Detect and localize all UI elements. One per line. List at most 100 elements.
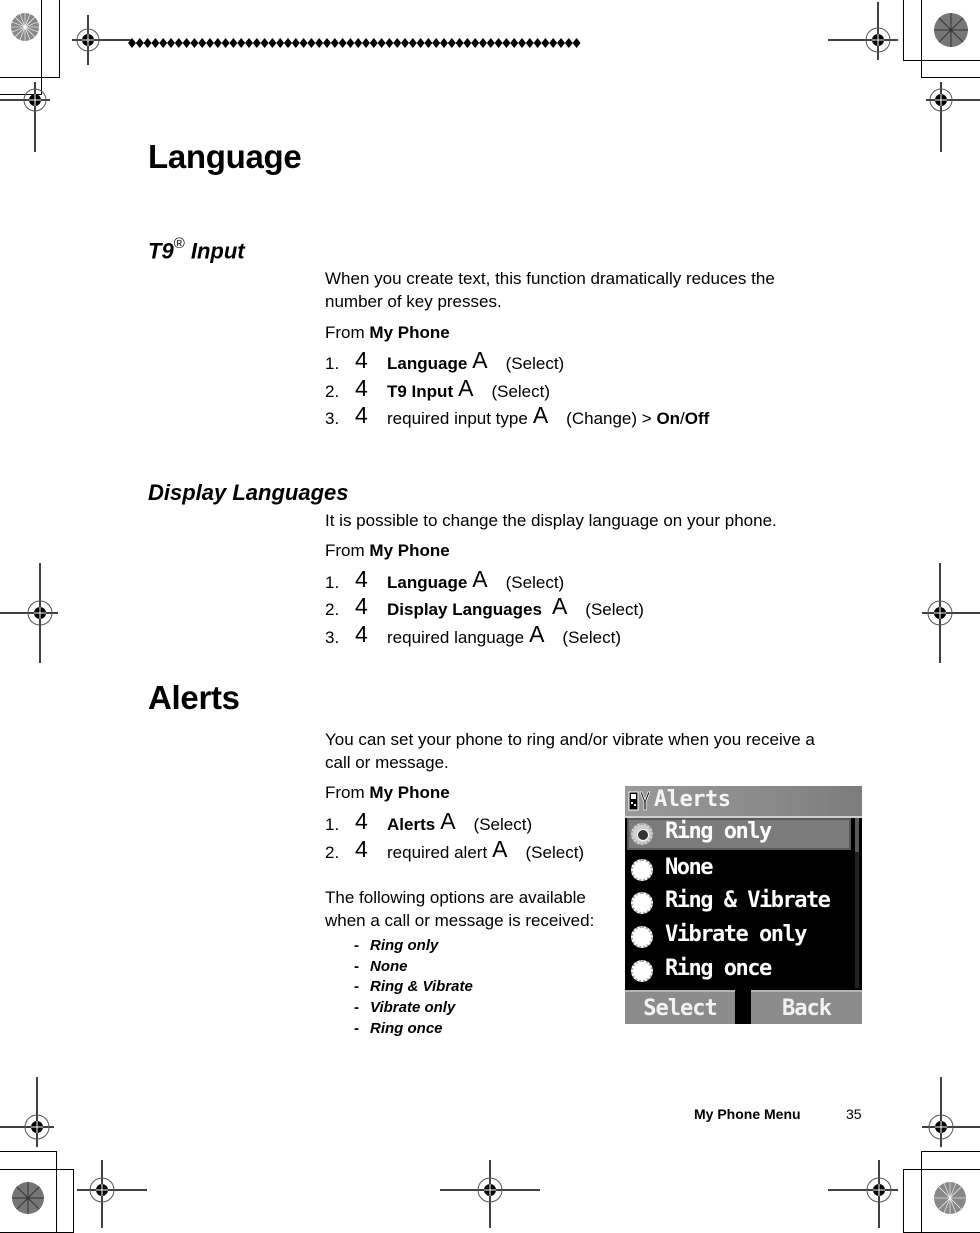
diamond-ornament [432, 38, 441, 48]
nav-key-icon: 4 [355, 402, 368, 428]
diamond-ornament [393, 38, 402, 48]
nav-key-icon: 4 [355, 621, 368, 647]
step-target: T9 Input [387, 382, 454, 401]
phone-menu-item-label: None [665, 855, 713, 880]
from-menu-name: My Phone [369, 541, 450, 560]
phone-menu-item[interactable]: Ring & Vibrate [627, 887, 851, 919]
phone-menu-item[interactable]: None [627, 854, 851, 886]
step-target: Language [387, 573, 468, 592]
page-number: 35 [846, 1106, 862, 1122]
phone-scrollbar-thumb[interactable] [855, 818, 859, 852]
step-action: (Select) [491, 382, 551, 401]
phone-scrollbar[interactable] [855, 818, 859, 988]
diamond-ornament [463, 38, 472, 48]
option-on: On [656, 409, 681, 428]
select-key-icon: A [458, 375, 474, 401]
nav-key-icon: 4 [355, 375, 368, 401]
from-menu-name: My Phone [369, 323, 450, 342]
phone-menu-item-label: Vibrate only [665, 922, 807, 947]
option-label: Ring once [370, 1019, 443, 1037]
header-decorative-rule [128, 38, 581, 48]
display-step-2: 2. 4 Display Languages A (Select) [325, 593, 644, 622]
diamond-ornament [182, 38, 191, 48]
select-key-icon: A [529, 621, 545, 647]
select-key-icon: A [492, 836, 508, 862]
diamond-ornament [206, 38, 214, 48]
registration-mark-icon [440, 1160, 540, 1228]
diamond-ornament [440, 38, 448, 48]
diamond-ornament [479, 38, 487, 48]
diamond-ornament [455, 38, 464, 48]
display-description: It is possible to change the display lan… [325, 511, 777, 530]
list-item: - None [354, 957, 473, 978]
from-menu-name: My Phone [369, 783, 450, 802]
diamond-ornament [369, 38, 378, 48]
subsection-title-t9-input: T9® Input [148, 235, 245, 264]
diamond-ornament [291, 38, 300, 48]
diamond-ornament [268, 38, 277, 48]
option-label: None [370, 957, 408, 975]
phone-menu-item-label: Ring once [665, 956, 772, 981]
list-dash: - [354, 957, 359, 975]
list-item: - Ring once [354, 1019, 473, 1040]
phone-menu-item[interactable]: Vibrate only [627, 921, 851, 953]
step-number: 2. [325, 382, 340, 401]
t9-description-line: When you create text, this function dram… [325, 269, 775, 288]
step-action: (Select) [562, 628, 621, 647]
registration-mark-icon [922, 1077, 980, 1147]
diamond-ornament [213, 38, 222, 48]
diamond-ornament [346, 38, 355, 48]
diamond-ornament [533, 38, 542, 48]
t9-step-1: 1. 4 Language A (Select) [325, 347, 565, 376]
diamond-ornament [330, 38, 339, 48]
diamond-ornament [323, 38, 331, 48]
t9-description-line: number of key presses. [325, 292, 502, 311]
diamond-ornament [408, 38, 417, 48]
list-dash: - [354, 999, 359, 1017]
step-target: Display Languages [387, 600, 542, 619]
select-key-icon: A [472, 566, 488, 592]
alerts-description-line: call or message. [325, 753, 449, 772]
diamond-ornament [541, 38, 550, 48]
nav-key-icon: 4 [355, 347, 368, 373]
radio-selected-icon [631, 823, 653, 845]
step-target: required language [387, 628, 525, 647]
from-prefix: From [325, 541, 365, 560]
step-action: (Select) [585, 600, 644, 619]
diamond-ornament [354, 38, 363, 48]
section-title-alerts: Alerts [148, 679, 240, 716]
registration-mark-icon [77, 1160, 147, 1228]
alerts-from-line: From My Phone [325, 783, 450, 803]
diamond-ornament [260, 38, 269, 48]
diamond-ornament [174, 38, 183, 48]
alerts-description-line: You can set your phone to ring and/or vi… [325, 730, 815, 749]
diamond-ornament [518, 38, 526, 48]
softkey-back-button[interactable]: Back [751, 990, 862, 1024]
step-action: (Select) [525, 843, 585, 862]
step-action: (Select) [505, 354, 565, 373]
phone-menu-item[interactable]: Ring only [627, 818, 851, 850]
step-number: 1. [325, 573, 340, 592]
step-target: Alerts [387, 815, 436, 834]
diamond-ornament [143, 38, 152, 48]
step-target: Language [387, 354, 468, 373]
softkey-select-button[interactable]: Select [625, 990, 735, 1024]
alerts-options-intro: The following options are available when… [325, 886, 594, 932]
phone-title: Alerts [654, 787, 731, 812]
list-item: - Vibrate only [354, 998, 473, 1019]
diamond-ornament [167, 38, 175, 48]
phone-menu-item[interactable]: Ring once [627, 955, 851, 987]
color-wheel-icon [11, 13, 39, 41]
step-number: 3. [325, 409, 340, 428]
diamond-ornament [572, 38, 581, 48]
step-number: 1. [325, 354, 340, 373]
options-intro-line: The following options are available [325, 888, 586, 907]
registration-mark-icon [72, 15, 132, 65]
diamond-ornament [128, 38, 136, 48]
step-action: (Change) > [566, 409, 652, 428]
registration-mark-icon [828, 1160, 898, 1228]
select-key-icon: A [472, 347, 488, 373]
color-wheel-icon [934, 13, 968, 47]
step-target: required alert [387, 843, 488, 862]
diamond-ornament [494, 38, 503, 48]
